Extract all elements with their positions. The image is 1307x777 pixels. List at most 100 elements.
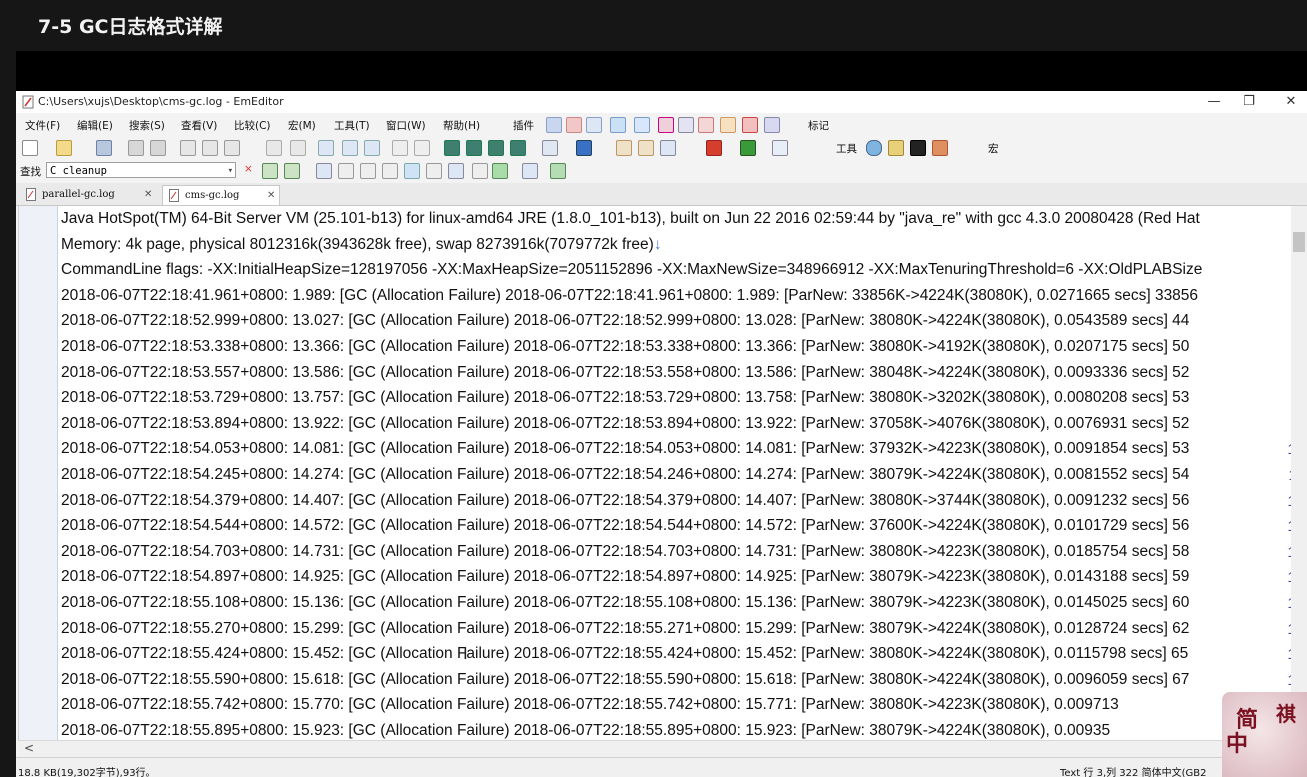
menu-help[interactable]: 帮助(H) [443, 118, 480, 133]
video-black-band [16, 51, 1307, 91]
plugin-icon-4[interactable] [610, 117, 626, 133]
text-editor[interactable]: 1 2 3 4 5 6 7 8 9 10 11 12 13 14 15 16 1… [18, 206, 1307, 740]
code-line: 2018-06-07T22:18:54.053+0800: 14.081: [G… [61, 440, 1190, 458]
copy-icon[interactable] [202, 140, 218, 156]
horizontal-scrollbar[interactable]: < [18, 740, 1307, 757]
minimize-button[interactable]: — [1199, 92, 1229, 112]
vertical-scroll-thumb[interactable] [1293, 232, 1305, 252]
paste-icon[interactable] [224, 140, 240, 156]
chevron-down-icon[interactable]: ▾ [228, 163, 233, 179]
format-icon-2[interactable] [638, 140, 654, 156]
filter-icon[interactable] [414, 140, 430, 156]
code-line: CommandLine flags: -XX:InitialHeapSize=1… [61, 261, 1203, 279]
find-in-selection-icon[interactable] [448, 163, 464, 179]
tab-close-icon[interactable]: ✕ [267, 186, 275, 206]
whole-word-icon[interactable] [426, 163, 442, 179]
plugin-icon-11[interactable] [764, 117, 780, 133]
emeditor-window: C:\Users\xujs\Desktop\cms-gc.log - EmEdi… [16, 91, 1307, 777]
file-icon [169, 189, 179, 202]
view-icon-1[interactable] [444, 140, 460, 156]
view-icon-4[interactable] [510, 140, 526, 156]
highlight-icon[interactable] [338, 163, 354, 179]
emeditor-app-icon [22, 95, 34, 109]
incremental-search-icon[interactable] [472, 163, 488, 179]
menu-window[interactable]: 窗口(W) [386, 118, 426, 133]
menu-markers[interactable]: 标记 [808, 118, 829, 133]
find-input[interactable]: C cleanup ▾ [46, 162, 236, 178]
menu-edit[interactable]: 编辑(E) [77, 118, 113, 133]
find-next-icon[interactable] [342, 140, 358, 156]
code-line: 2018-06-07T22:18:54.897+0800: 14.925: [G… [61, 568, 1190, 586]
menu-search[interactable]: 搜索(S) [129, 118, 165, 133]
clear-find-icon[interactable]: × [244, 163, 253, 175]
format-icon-1[interactable] [616, 140, 632, 156]
plugin-icon-6[interactable] [658, 117, 674, 133]
scroll-left-icon[interactable]: < [24, 741, 34, 755]
plugin-icon-5[interactable] [634, 117, 650, 133]
menu-plugins[interactable]: 插件 [513, 118, 534, 133]
menu-file[interactable]: 文件(F) [25, 118, 60, 133]
find-prev-icon[interactable] [364, 140, 380, 156]
plugin-flag-icon[interactable] [742, 117, 758, 133]
tab-cms-gc-log[interactable]: cms-gc.log ✕ [162, 185, 280, 205]
search-icon[interactable] [316, 163, 332, 179]
cut-icon[interactable] [180, 140, 196, 156]
hammer-icon[interactable] [932, 140, 948, 156]
window-icon[interactable] [576, 140, 592, 156]
menu-macro[interactable]: 宏(M) [288, 118, 316, 133]
main-toolbar: 工具 宏 [16, 135, 1307, 159]
plugin-icon-3[interactable] [586, 117, 602, 133]
escape-sequence-icon[interactable] [404, 163, 420, 179]
tab-close-icon[interactable]: ✕ [144, 185, 152, 205]
plugin-icon-2[interactable] [566, 117, 582, 133]
match-case-icon[interactable] [360, 163, 376, 179]
plugin-icon-9[interactable] [720, 117, 736, 133]
macro-tool-icon[interactable] [772, 140, 788, 156]
print-icon[interactable] [150, 140, 166, 156]
plugin-icon-8[interactable] [698, 117, 714, 133]
globe-icon[interactable] [866, 140, 882, 156]
bookmark-icon[interactable] [492, 163, 508, 179]
document-icon[interactable] [542, 140, 558, 156]
find-prev-green-icon[interactable] [284, 163, 300, 179]
find-icon[interactable] [318, 140, 334, 156]
vertical-scrollbar[interactable] [1291, 206, 1307, 740]
window-title: C:\Users\xujs\Desktop\cms-gc.log - EmEdi… [38, 95, 284, 108]
find-arrow-icon[interactable] [550, 163, 566, 179]
plugin-icon-1[interactable] [546, 117, 562, 133]
undo-icon[interactable] [266, 140, 282, 156]
save-all-icon[interactable] [128, 140, 144, 156]
menu-view[interactable]: 查看(V) [181, 118, 217, 133]
run-macro-icon[interactable] [740, 140, 756, 156]
view-icon-2[interactable] [466, 140, 482, 156]
record-macro-icon[interactable] [706, 140, 722, 156]
menu-tools[interactable]: 工具(T) [334, 118, 370, 133]
view-icon-3[interactable] [488, 140, 504, 156]
redo-icon[interactable] [290, 140, 306, 156]
code-line: Memory: 4k page, physical 8012316k(39436… [61, 236, 1307, 254]
status-position-encoding[interactable]: Text 行 3,列 322 简体中文(GB2 [1060, 764, 1206, 777]
save-icon[interactable] [96, 140, 112, 156]
find-label: 查找 [20, 166, 41, 178]
format-icon-3[interactable] [660, 140, 676, 156]
tools-label[interactable]: 工具 [836, 141, 857, 156]
restore-button[interactable]: ❐ [1234, 92, 1264, 112]
new-file-icon[interactable] [22, 140, 38, 156]
code-line: 2018-06-07T22:18:54.703+0800: 14.731: [G… [61, 542, 1190, 560]
regex-icon[interactable] [382, 163, 398, 179]
stamp-char: 中 [1226, 731, 1249, 757]
find-next-green-icon[interactable] [262, 163, 278, 179]
macro-label[interactable]: 宏 [988, 141, 999, 156]
plugin-icon-7[interactable] [678, 117, 694, 133]
note-icon[interactable] [888, 140, 904, 156]
stamp-char: 祺 [1276, 702, 1296, 726]
open-folder-icon[interactable] [56, 140, 72, 156]
replace-icon[interactable] [392, 140, 408, 156]
close-button[interactable]: ✕ [1276, 92, 1306, 112]
eol-mark: ↓ [653, 235, 662, 253]
tab-label: cms-gc.log [185, 190, 240, 201]
command-prompt-icon[interactable] [910, 140, 926, 156]
options-icon[interactable] [522, 163, 538, 179]
tab-parallel-gc-log[interactable]: parallel-gc.log ✕ [20, 185, 158, 205]
menu-compare[interactable]: 比较(C) [234, 118, 271, 133]
